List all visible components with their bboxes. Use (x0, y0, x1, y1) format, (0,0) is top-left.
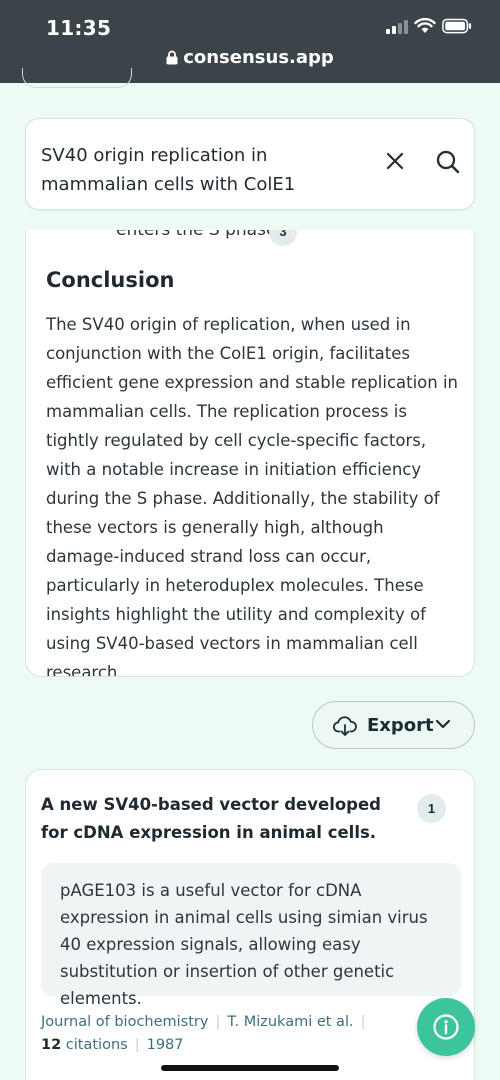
result-summary-text: pAGE103 is a useful vector for cDNA expr… (60, 881, 428, 1008)
status-time: 11:35 (46, 16, 112, 40)
cut-off-text: enters the S phase (116, 230, 277, 240)
home-indicator[interactable] (161, 1065, 339, 1071)
url-bar[interactable]: consensus.app (0, 47, 500, 68)
export-button[interactable]: Export (312, 701, 475, 749)
info-icon (433, 1014, 459, 1040)
wifi-icon (414, 17, 436, 33)
export-label: Export (367, 715, 434, 736)
divider: | (215, 1014, 221, 1030)
result-meta-source: Journal of biochemistry | T. Mizukami et a… (41, 1014, 372, 1030)
battery-icon (442, 18, 472, 34)
conclusion-body: The SV40 origin of replication, when use… (46, 315, 459, 677)
divider: | (134, 1037, 140, 1053)
search-box[interactable]: SV40 origin replication in mammalian cel… (25, 118, 475, 210)
citations-count: 12 (41, 1037, 62, 1053)
chevron-down-icon (435, 719, 451, 729)
info-button[interactable] (417, 998, 475, 1056)
citations-label[interactable]: citations (66, 1037, 128, 1053)
conclusion-title: Conclusion (46, 268, 175, 292)
scrolled-pill (22, 68, 132, 88)
result-card[interactable]: A new SV40-based vector developed for cD… (25, 769, 475, 1080)
lock-icon (166, 50, 178, 65)
authors-link[interactable]: T. Mizukami et al. (227, 1014, 353, 1030)
search-input[interactable]: SV40 origin replication in mammalian cel… (41, 141, 371, 199)
divider: | (360, 1014, 366, 1030)
result-title[interactable]: A new SV40-based vector developed for cD… (41, 791, 401, 847)
search-icon[interactable] (435, 149, 461, 175)
journal-link[interactable]: Journal of biochemistry (41, 1014, 208, 1030)
result-meta-stats: 12 citations | 1987 (41, 1037, 184, 1053)
url-text: consensus.app (183, 47, 334, 68)
close-icon[interactable] (385, 151, 405, 171)
result-number-badge: 1 (417, 794, 446, 823)
citation-badge[interactable]: 3 (269, 230, 297, 246)
result-summary: pAGE103 is a useful vector for cDNA expr… (41, 863, 461, 1008)
export-icon (333, 716, 357, 736)
conclusion-card: enters the S phase 3 Conclusion The SV40… (25, 230, 475, 677)
year: 1987 (146, 1037, 184, 1053)
signal-icon (386, 20, 408, 34)
